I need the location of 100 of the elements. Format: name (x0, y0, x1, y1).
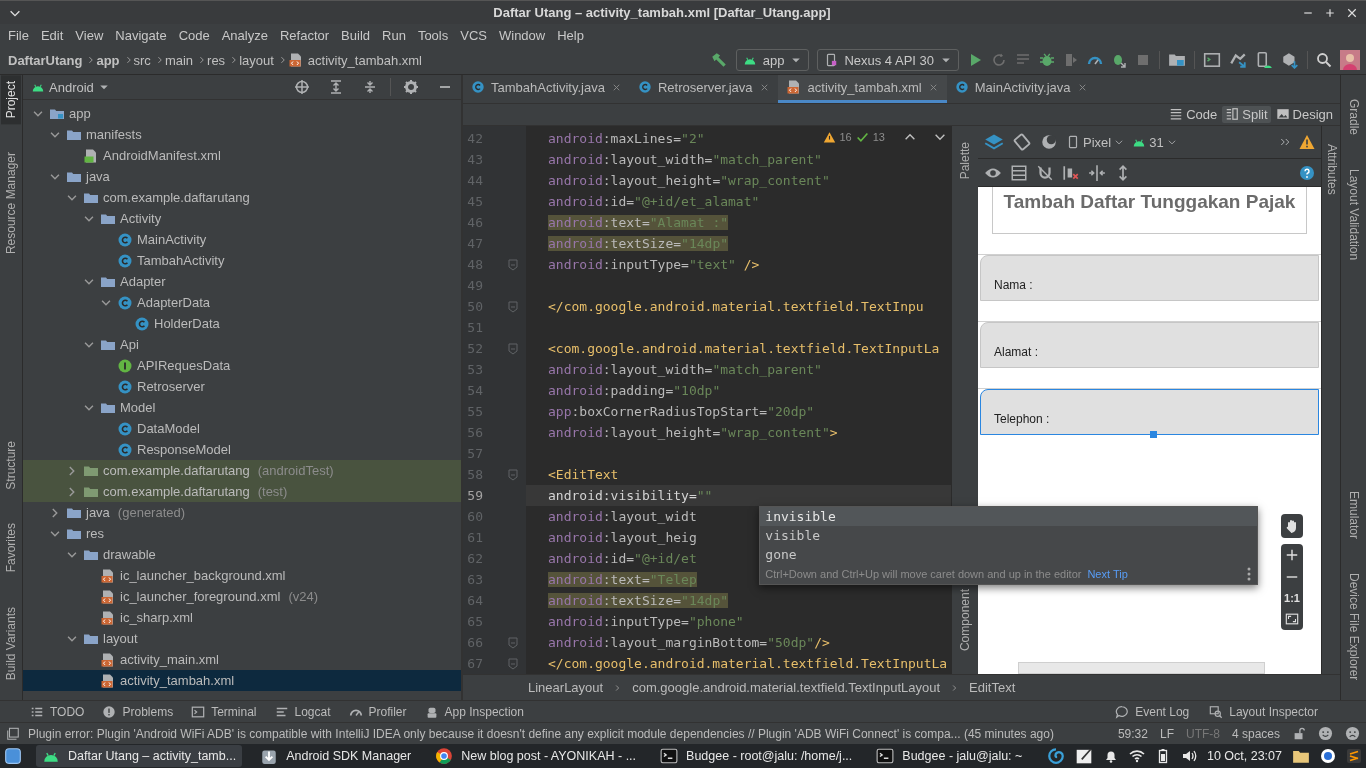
palette-tab[interactable]: Palette (955, 136, 975, 186)
tool-window-button[interactable]: Event Log (1115, 704, 1190, 719)
tree-item[interactable]: TambahActivity (23, 250, 461, 271)
view-mode-button[interactable]: Split (1222, 105, 1271, 123)
menu-item[interactable]: Tools (411, 27, 455, 43)
panel-toggle-icon[interactable] (6, 726, 20, 741)
tree-item[interactable]: HolderData (23, 313, 461, 334)
horizontal-guides-icon[interactable] (1088, 163, 1106, 182)
magnet-off-icon[interactable] (1036, 163, 1054, 182)
zoom-in-icon[interactable] (1285, 548, 1299, 563)
tree-item[interactable]: ic_launcher_foreground.xml (v24) (23, 586, 461, 607)
project-structure-icon[interactable] (1168, 51, 1186, 69)
tool-window-button[interactable]: Logcat (274, 704, 331, 719)
editor-tab[interactable]: MainActivity.java (946, 75, 1096, 103)
tree-item[interactable]: ResponseModel (23, 439, 461, 460)
menu-item[interactable]: Window (492, 27, 552, 43)
tool-window-button[interactable]: Terminal (191, 704, 257, 719)
bug-arrow-icon[interactable] (1111, 52, 1127, 68)
tool-window-tab[interactable]: Build Variants (1, 600, 21, 686)
tree-item[interactable]: Adapter (23, 271, 461, 292)
tree-item[interactable]: Api (23, 334, 461, 355)
menu-item[interactable]: Analyze (215, 27, 274, 43)
more-icon[interactable] (1247, 567, 1252, 582)
menu-item[interactable]: View (69, 27, 110, 43)
hammer-icon[interactable] (709, 51, 728, 69)
caret-position[interactable]: 59:32 (1117, 726, 1148, 741)
clock[interactable]: 10 Oct, 23:07 (1206, 749, 1282, 763)
taskbar-window[interactable]: Budgee - root@jalu: /home/j... (654, 745, 859, 767)
tool-window-tab[interactable]: Structure (1, 434, 21, 496)
menu-item[interactable]: File (2, 27, 35, 43)
tree-item[interactable]: Activity (23, 208, 461, 229)
menu-item[interactable]: Build (335, 27, 376, 43)
tool-window-tab[interactable]: Favorites (1, 517, 21, 579)
tree-item[interactable]: com.example.daftarutang (test) (23, 481, 461, 502)
taskbar-window[interactable]: New blog post - AYONIKAH - ... (429, 745, 643, 767)
swirl-icon[interactable] (1046, 747, 1065, 765)
api-level-dropdown[interactable]: 31 (1132, 134, 1177, 150)
tree-item[interactable]: com.example.daftarutang (androidTest) (23, 460, 461, 481)
maximize-icon[interactable] (1324, 6, 1336, 19)
help-icon[interactable] (1299, 164, 1315, 181)
rotate-icon[interactable] (1012, 132, 1032, 153)
breadcrumb[interactable]: app (96, 52, 120, 68)
clear-constraints-icon[interactable] (1062, 163, 1080, 182)
wifi-icon[interactable] (1128, 748, 1145, 764)
tree-item[interactable]: DataModel (23, 418, 461, 439)
tree-item[interactable]: drawable (23, 544, 461, 565)
breadcrumb[interactable]: src (133, 52, 151, 68)
tree-item[interactable]: MainActivity (23, 229, 461, 250)
volume-icon[interactable] (1180, 748, 1197, 764)
tool-window-tab[interactable]: Gradle (1343, 93, 1364, 142)
avatar[interactable] (1340, 50, 1360, 70)
breadcrumb[interactable]: DaftarUtang (8, 52, 83, 68)
breadcrumb[interactable]: layout (239, 52, 274, 68)
emulator-window-icon[interactable] (1203, 51, 1221, 69)
tree-item[interactable]: Model (23, 397, 461, 418)
check-icon[interactable] (855, 130, 869, 144)
line-ending[interactable]: LF (1159, 726, 1174, 741)
breadcrumb[interactable]: res (207, 52, 226, 68)
warning-icon[interactable] (1299, 134, 1315, 151)
tool-window-tab[interactable]: Emulator (1343, 484, 1364, 545)
breadcrumb[interactable]: main (164, 52, 194, 68)
breadcrumb[interactable]: activity_tambah.xml (287, 52, 422, 68)
menu-item[interactable]: VCS (454, 27, 493, 43)
close-icon[interactable] (1346, 6, 1358, 19)
tool-window-button[interactable]: TODO (30, 704, 85, 719)
edit-text-preview[interactable]: Telephon : (980, 389, 1319, 436)
search-icon[interactable] (1316, 52, 1332, 68)
status-message[interactable]: Plugin error: Plugin 'Android WiFi ADB' is compatible with IntelliJ IDEA only because it doesn't define any explicit module dependencies // Plugin 'ADB WiFi Connect' is compa... (45 minutes ago) (28, 726, 1054, 741)
tree-item[interactable]: res (23, 523, 461, 544)
settings-icon[interactable] (403, 79, 419, 95)
device-dropdown[interactable]: Pixel (1066, 134, 1125, 150)
tree-item[interactable]: AdapterData (23, 292, 461, 313)
completion-item[interactable]: visible (760, 526, 1258, 546)
device-manager-icon[interactable] (1255, 51, 1273, 69)
taskbar-window[interactable]: Budgee - jalu@jalu: ~ (870, 745, 1029, 767)
tree-item[interactable]: java (23, 166, 461, 187)
editor-tab[interactable]: TambahActivity.java (463, 75, 630, 103)
sdk-manager-icon[interactable] (1281, 51, 1299, 69)
tree-item[interactable]: manifests (23, 124, 461, 145)
view-mode-button[interactable]: Code (1166, 105, 1221, 123)
tool-window-tab[interactable]: Device File Explorer (1343, 566, 1364, 686)
editor-tab[interactable]: Retroserver.java (629, 75, 778, 103)
run-config-dropdown[interactable]: app (735, 49, 810, 71)
tree-item[interactable]: activity_tambah.xml (23, 670, 461, 691)
tree-item[interactable]: app (23, 103, 461, 124)
lock-icon[interactable] (1292, 726, 1306, 741)
menu-item[interactable]: Navigate (109, 27, 173, 43)
expand-all-icon[interactable] (328, 79, 344, 95)
smiley-icon[interactable] (1318, 726, 1333, 741)
blueprint-icon[interactable] (1010, 163, 1028, 182)
frown-icon[interactable] (1345, 726, 1360, 741)
tree-item[interactable]: activity_main.xml (23, 649, 461, 670)
start-menu-icon[interactable] (4, 747, 22, 765)
tool-window-tab[interactable]: Resource Manager (1, 146, 21, 261)
edit-text-preview[interactable]: Alamat : (980, 322, 1319, 369)
sublime-icon[interactable] (1346, 748, 1362, 764)
breadcrumb[interactable]: LinearLayout (528, 680, 604, 696)
tool-window-tab[interactable]: Layout Validation (1343, 163, 1364, 267)
app-launcher-icon[interactable] (1320, 748, 1336, 764)
tree-item[interactable]: ic_sharp.xml (23, 607, 461, 628)
